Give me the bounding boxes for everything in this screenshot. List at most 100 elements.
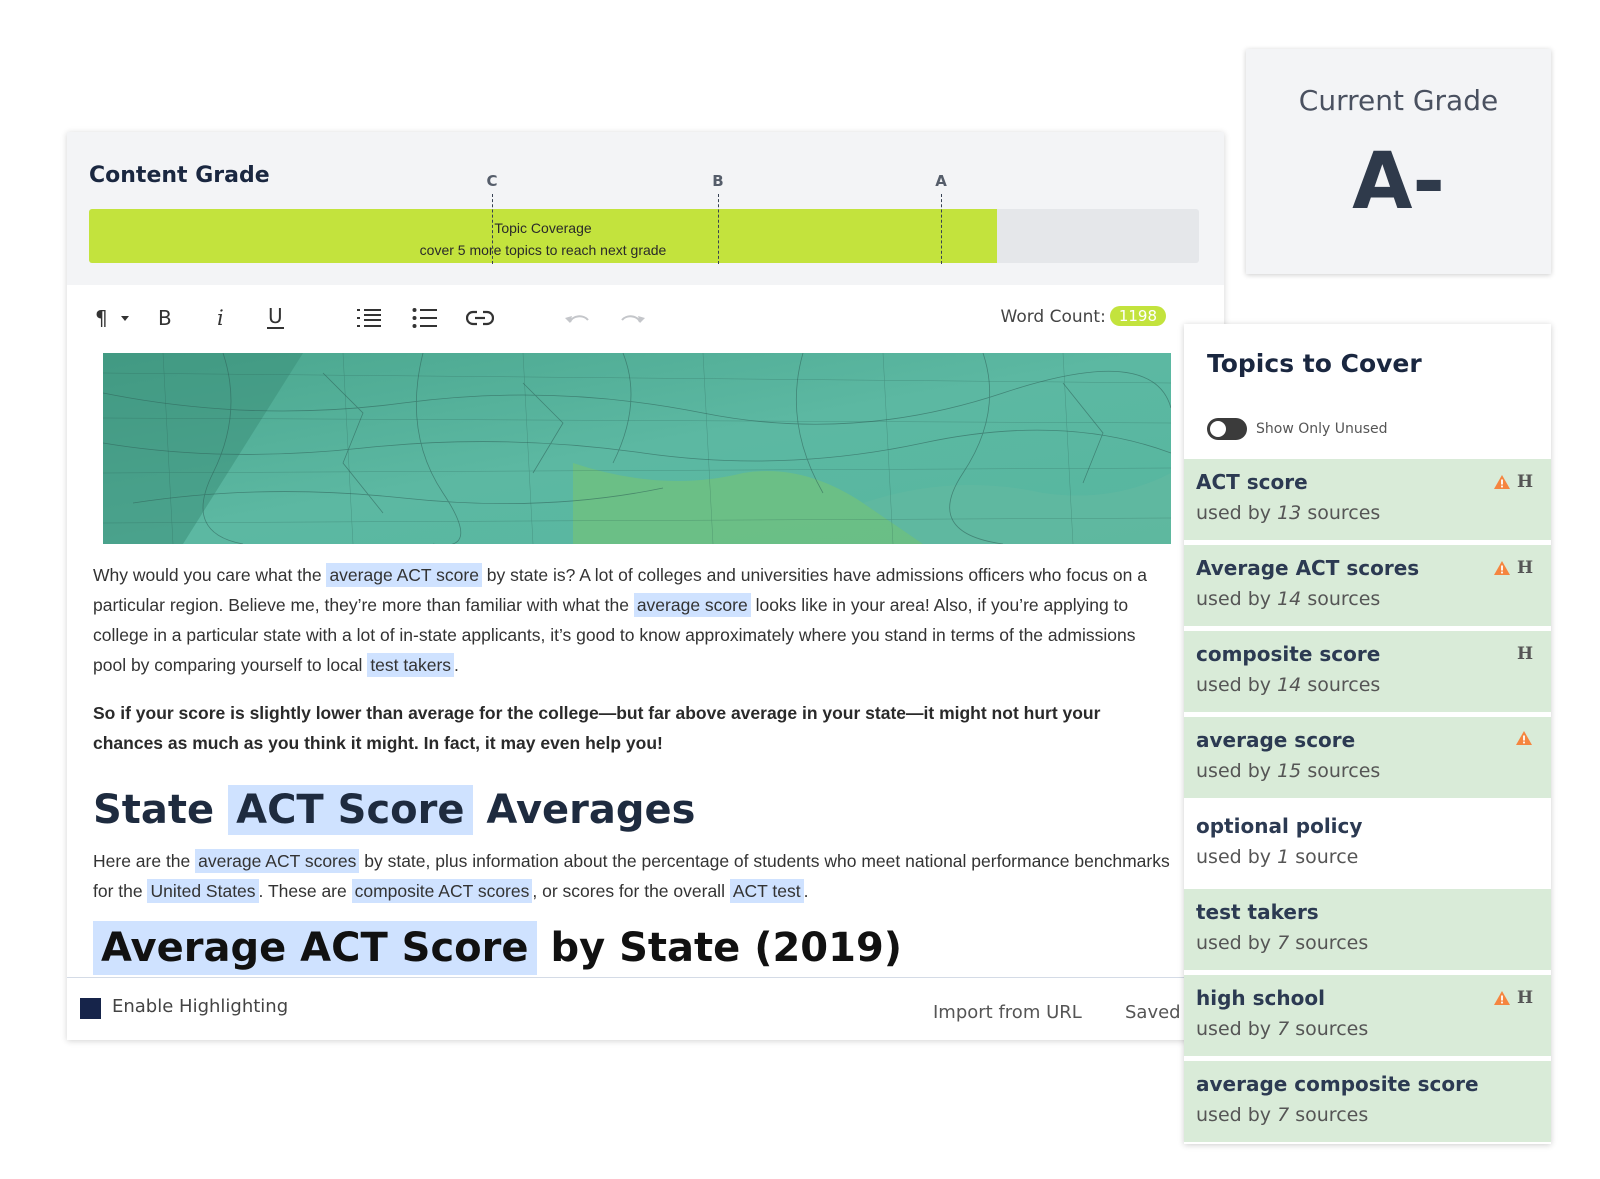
text: . These are [258, 881, 352, 901]
grade-marker-a: A [935, 172, 947, 190]
show-only-unused-label[interactable]: Show Only Unused [1256, 421, 1388, 437]
content-grade-panel: Content Grade C B A Topic Coverage cover… [67, 132, 1224, 285]
italic-icon[interactable]: i [203, 300, 239, 336]
article-content[interactable]: Why would you care what the average ACT … [93, 560, 1173, 976]
topic-used-by: used by [1196, 846, 1272, 868]
bulleted-list-icon[interactable] [407, 300, 443, 336]
topic-highlight: average score [633, 593, 751, 617]
topic-sources: used by 14 sources [1196, 588, 1539, 610]
saved-status: Saved [1125, 1002, 1181, 1023]
ordered-list-icon[interactable] [351, 300, 387, 336]
undo-icon[interactable] [559, 300, 595, 336]
topic-sources: used by 13 sources [1196, 502, 1539, 524]
topic-item[interactable]: optional policy used by 1 source [1184, 803, 1551, 884]
topic-item[interactable]: high school used by 7 sources H [1184, 975, 1551, 1056]
underline-icon[interactable]: U [258, 300, 294, 336]
topic-item[interactable]: average score used by 15 sources [1184, 717, 1551, 798]
topic-source-count: 1 [1277, 846, 1290, 868]
bold-paragraph: So if your score is slightly lower than … [93, 703, 1101, 753]
topic-sources: used by 1 source [1196, 846, 1539, 868]
topic-name: ACT score [1196, 470, 1308, 494]
topic-used-by: used by [1196, 674, 1272, 696]
topic-item[interactable]: composite score used by 14 sources H [1184, 631, 1551, 712]
enable-highlighting-checkbox[interactable] [80, 998, 101, 1019]
subsection-heading: Average ACT Score by State (2019) [93, 920, 1173, 976]
text: Why would you care what the [93, 565, 327, 585]
topic-used-by: used by [1196, 1018, 1272, 1040]
intro-paragraph: Why would you care what the average ACT … [93, 560, 1173, 680]
warning-icon [1493, 991, 1510, 1005]
topic-highlight: composite ACT scores [351, 879, 533, 903]
warning-icon [1493, 475, 1510, 489]
topic-coverage-sublabel: cover 5 more topics to reach next grade [419, 242, 667, 258]
link-icon[interactable] [462, 300, 498, 336]
content-editor: Content Grade C B A Topic Coverage cover… [67, 132, 1224, 1040]
topics-panel: Topics to Cover Show Only Unused ACT sco… [1184, 324, 1551, 1144]
topic-coverage-bar: Topic Coverage cover 5 more topics to re… [89, 209, 1199, 263]
topic-name: average score [1196, 728, 1356, 752]
current-grade-label: Current Grade [1298, 84, 1499, 117]
topic-source-unit: sources [1295, 1104, 1369, 1126]
topic-icons: H [1493, 472, 1533, 492]
show-only-unused-toggle[interactable] [1207, 418, 1247, 440]
topic-coverage-label: Topic Coverage [494, 220, 592, 236]
text: . [803, 881, 809, 901]
svg-text:i: i [217, 306, 224, 330]
editor-footer: Enable Highlighting Import from URL Save… [67, 977, 1224, 1040]
grade-marker-b: B [712, 172, 724, 190]
topic-highlight: average ACT score [326, 563, 482, 587]
topic-icons [1515, 730, 1533, 746]
grade-marker-line-a [941, 194, 942, 264]
bold-icon[interactable]: B [147, 300, 183, 336]
topic-name: Average ACT scores [1196, 556, 1420, 580]
topic-name: optional policy [1196, 814, 1363, 838]
section-heading: State ACT Score Averages [93, 784, 1173, 836]
toggle-knob [1210, 421, 1226, 437]
grade-marker-c: C [486, 172, 498, 190]
word-count: Word Count: 1198 [1000, 306, 1166, 327]
topic-used-by: used by [1196, 760, 1272, 782]
topic-source-count: 14 [1277, 588, 1302, 610]
topic-used-by: used by [1196, 932, 1272, 954]
topic-source-unit: source [1295, 846, 1359, 868]
topic-source-unit: sources [1307, 760, 1381, 782]
topic-coverage-fill: Topic Coverage cover 5 more topics to re… [89, 209, 997, 263]
topic-source-unit: sources [1295, 932, 1369, 954]
import-from-url-link[interactable]: Import from URL [933, 1002, 1082, 1023]
text: State [93, 787, 229, 833]
topic-item[interactable]: average composite score used by 7 sources [1184, 1061, 1551, 1142]
topic-source-count: 13 [1277, 502, 1302, 524]
map-image [103, 353, 1171, 544]
heading-badge: H [1516, 472, 1533, 492]
word-count-label: Word Count: [1000, 307, 1106, 327]
topic-sources: used by 15 sources [1196, 760, 1539, 782]
topic-name: high school [1196, 986, 1325, 1010]
topic-sources: used by 14 sources [1196, 674, 1539, 696]
topic-highlight: test takers [367, 653, 455, 677]
topic-icons: H [1493, 988, 1533, 1008]
svg-text:¶: ¶ [95, 306, 108, 330]
enable-highlighting-label[interactable]: Enable Highlighting [112, 996, 288, 1017]
word-count-badge: 1198 [1109, 306, 1166, 326]
heading-badge: H [1516, 558, 1533, 578]
text: by State (2019) [536, 925, 903, 971]
topic-name: average composite score [1196, 1072, 1479, 1096]
paragraph-icon[interactable]: ¶ [89, 300, 139, 336]
topic-source-count: 14 [1277, 674, 1302, 696]
topic-item[interactable]: Average ACT scores used by 14 sources H [1184, 545, 1551, 626]
text: Here are the [93, 851, 196, 871]
topic-coverage-text: Topic Coverage cover 5 more topics to re… [89, 217, 997, 261]
topic-item[interactable]: test takers used by 7 sources [1184, 889, 1551, 970]
text: , or scores for the overall [532, 881, 730, 901]
warning-icon [1516, 731, 1532, 745]
section-paragraph: Here are the average ACT scores by state… [93, 846, 1173, 906]
text: . [454, 655, 459, 675]
topic-source-unit: sources [1295, 1018, 1369, 1040]
svg-text:B: B [158, 306, 172, 330]
editor-toolbar: ¶ B i U Word Count: 1198 [67, 285, 1224, 353]
redo-icon[interactable] [615, 300, 651, 336]
topic-item[interactable]: ACT score used by 13 sources H [1184, 459, 1551, 540]
topic-name: test takers [1196, 900, 1319, 924]
content-grade-title: Content Grade [89, 163, 270, 188]
current-grade-card: Current Grade A- [1246, 49, 1551, 274]
